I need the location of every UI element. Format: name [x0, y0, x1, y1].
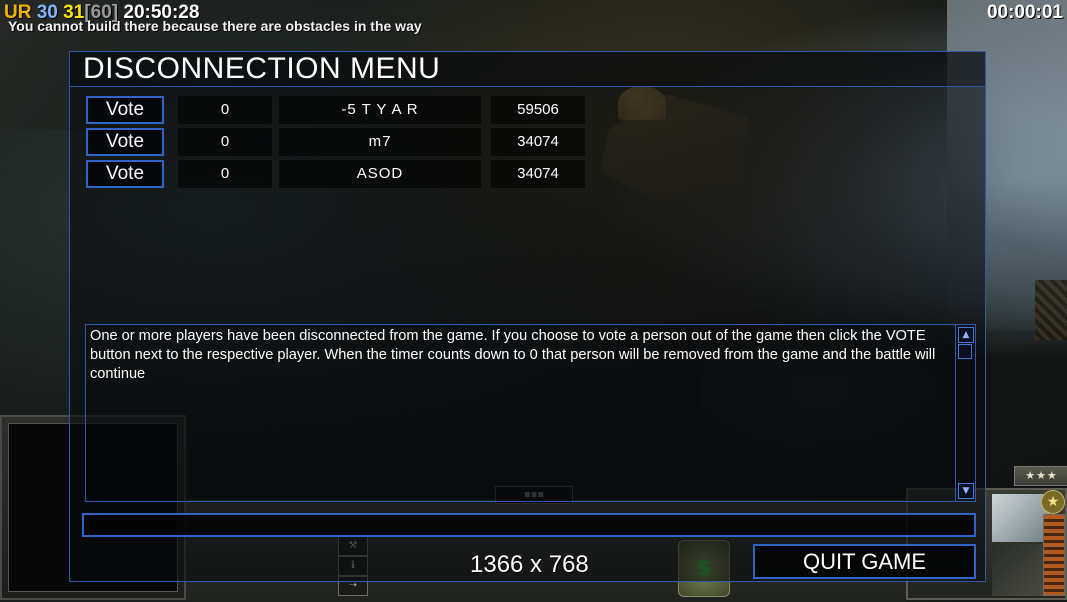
triangle-up-icon[interactable]: ▲: [958, 327, 974, 343]
message-box[interactable]: One or more players have been disconnect…: [85, 324, 976, 502]
radar-map-lower: [992, 544, 1050, 596]
chat-input[interactable]: [82, 513, 976, 537]
vote-count: 0: [178, 160, 272, 188]
disconnection-dialog: DISCONNECTION MENU Vote 0 -5 T Y A R 595…: [69, 51, 986, 582]
power-meter: [1043, 514, 1065, 596]
vote-count: 0: [178, 128, 272, 156]
match-timer: 00:00:01: [986, 2, 1063, 23]
star-icon[interactable]: ★: [1041, 490, 1065, 514]
dialog-title: DISCONNECTION MENU: [83, 52, 441, 85]
scroll-thumb[interactable]: [958, 344, 972, 359]
player-name: m7: [279, 128, 481, 156]
player-ping: 34074: [491, 160, 585, 188]
quit-game-button[interactable]: QUIT GAME: [753, 544, 976, 579]
disconnect-message: One or more players have been disconnect…: [90, 328, 936, 382]
structure-tower: [1035, 280, 1067, 340]
message-scrollbar[interactable]: ▲ ▼: [955, 325, 975, 501]
stars-icon: ★★★: [1014, 466, 1067, 486]
player-name: -5 T Y A R: [279, 96, 481, 124]
player-ping: 34074: [491, 128, 585, 156]
vote-button[interactable]: Vote: [86, 160, 164, 188]
vote-count: 0: [178, 96, 272, 124]
dialog-title-bar: DISCONNECTION MENU: [70, 52, 985, 87]
triangle-down-icon[interactable]: ▼: [958, 483, 974, 499]
vote-button[interactable]: Vote: [86, 128, 164, 156]
resolution-label: 1366 x 768: [470, 551, 589, 578]
player-name: ASOD: [279, 160, 481, 188]
vote-button[interactable]: Vote: [86, 96, 164, 124]
build-warning: You cannot build there because there are…: [8, 18, 422, 34]
player-ping: 59506: [491, 96, 585, 124]
